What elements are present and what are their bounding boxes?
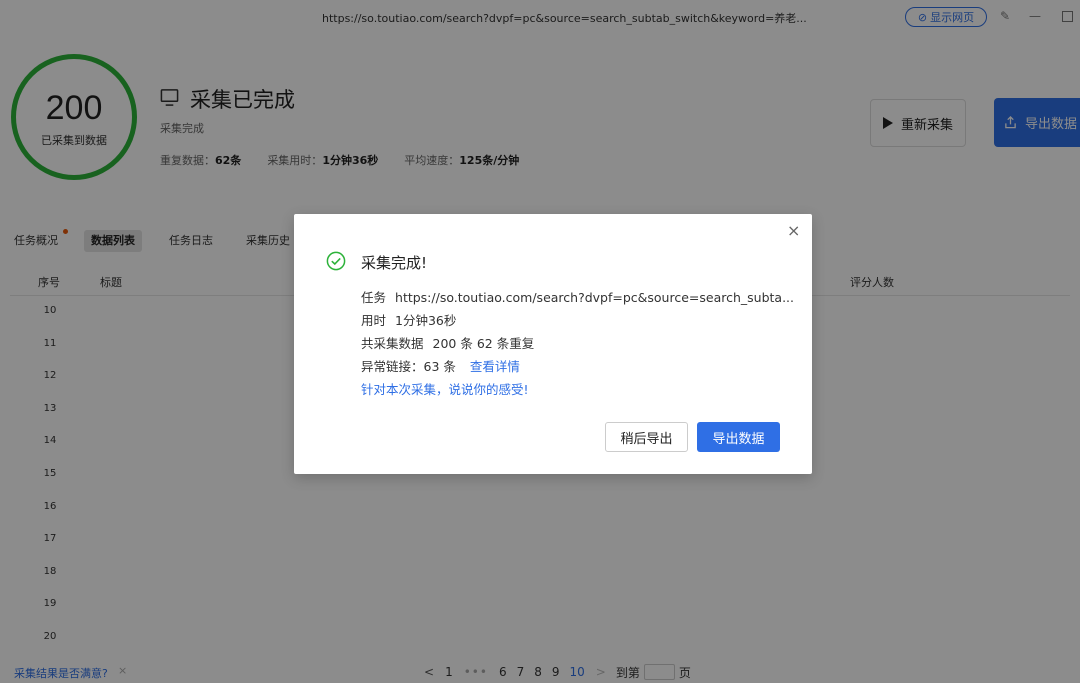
check-circle-icon bbox=[326, 251, 346, 271]
task-label: 任务 bbox=[361, 290, 387, 305]
export-later-button[interactable]: 稍后导出 bbox=[605, 422, 688, 452]
time-value: 1分钟36秒 bbox=[395, 313, 457, 328]
task-line: 任务 https://so.toutiao.com/search?dvpf=pc&… bbox=[361, 286, 794, 309]
dialog-export-button[interactable]: 导出数据 bbox=[697, 422, 780, 452]
collection-complete-dialog: × 采集完成! 任务 https://so.toutiao.com/search?… bbox=[294, 214, 812, 474]
time-label: 用时 bbox=[361, 313, 387, 328]
error-line: 异常链接：63 条查看详情 bbox=[361, 355, 794, 378]
dialog-title: 采集完成! bbox=[361, 254, 428, 272]
total-label: 共采集数据 bbox=[361, 336, 424, 351]
dialog-body: 任务 https://so.toutiao.com/search?dvpf=pc&… bbox=[361, 286, 794, 401]
error-label: 异常链接： bbox=[361, 359, 424, 374]
view-details-link[interactable]: 查看详情 bbox=[470, 359, 520, 374]
task-url: https://so.toutiao.com/search?dvpf=pc&so… bbox=[395, 290, 795, 305]
feedback-survey-link[interactable]: 针对本次采集，说说你的感受! bbox=[361, 378, 794, 401]
close-icon[interactable]: × bbox=[787, 223, 800, 239]
time-line: 用时 1分钟36秒 bbox=[361, 309, 794, 332]
total-value: 200 条 62 条重复 bbox=[432, 336, 535, 351]
total-line: 共采集数据 200 条 62 条重复 bbox=[361, 332, 794, 355]
error-value: 63 条 bbox=[423, 359, 456, 374]
